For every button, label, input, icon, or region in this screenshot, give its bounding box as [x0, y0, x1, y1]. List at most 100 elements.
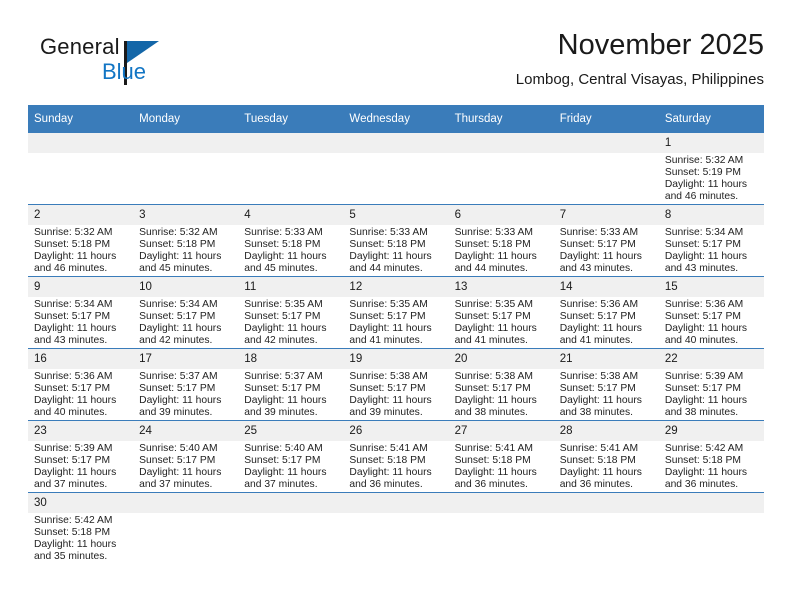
day-cell[interactable]: 23 Sunrise: 5:39 AM Sunset: 5:17 PM Dayligh… [28, 421, 134, 492]
detail-daylight-line2: and 39 minutes. [139, 406, 213, 418]
detail-daylight-line1: Daylight: 11 hours [454, 394, 537, 406]
calendar-cell: 29 Sunrise: 5:42 AM Sunset: 5:18 PM Dayligh… [658, 420, 764, 493]
weekday-header-saturday: Saturday [658, 105, 764, 133]
day-details: Sunrise: 5:34 AM Sunset: 5:17 PM Daylight:… [133, 297, 238, 347]
detail-daylight-line1: Daylight: 11 hours [34, 538, 117, 550]
day-cell[interactable]: 12 Sunrise: 5:35 AM Sunset: 5:17 PM Dayligh… [343, 277, 449, 348]
day-details: Sunrise: 5:34 AM Sunset: 5:17 PM Daylight:… [659, 225, 764, 275]
empty-day-cell [658, 493, 764, 564]
day-cell[interactable]: 14 Sunrise: 5:36 AM Sunset: 5:17 PM Dayligh… [553, 277, 659, 348]
empty-day-cell [28, 133, 134, 204]
detail-sunset: Sunset: 5:18 PM [34, 238, 111, 250]
detail-sunrise: Sunrise: 5:39 AM [34, 443, 113, 454]
empty-day-cell [238, 133, 344, 204]
calendar-cell: 30 Sunrise: 5:42 AM Sunset: 5:18 PM Dayligh… [28, 492, 134, 564]
day-cell[interactable]: 1 Sunrise: 5:32 AM Sunset: 5:19 PM Daylight… [658, 133, 764, 204]
empty-day-cell [133, 133, 239, 204]
detail-daylight-line2: and 39 minutes. [244, 406, 318, 418]
day-cell[interactable]: 29 Sunrise: 5:42 AM Sunset: 5:18 PM Dayligh… [658, 421, 764, 492]
day-number: 27 [448, 421, 554, 441]
day-cell[interactable]: 30 Sunrise: 5:42 AM Sunset: 5:18 PM Dayligh… [28, 493, 134, 564]
day-details: Sunrise: 5:33 AM Sunset: 5:18 PM Daylight:… [449, 225, 554, 275]
day-number: 6 [448, 205, 554, 225]
weekday-header-tuesday: Tuesday [238, 105, 344, 133]
day-number [343, 493, 449, 513]
calendar-cell [448, 492, 554, 564]
detail-daylight-line2: and 41 minutes. [349, 334, 423, 346]
day-cell[interactable]: 16 Sunrise: 5:36 AM Sunset: 5:17 PM Dayligh… [28, 349, 134, 420]
empty-day-cell [448, 493, 554, 564]
detail-daylight-line2: and 36 minutes. [664, 478, 739, 490]
calendar-cell: 25 Sunrise: 5:40 AM Sunset: 5:17 PM Dayligh… [238, 420, 344, 493]
day-cell[interactable]: 17 Sunrise: 5:37 AM Sunset: 5:17 PM Dayligh… [133, 349, 239, 420]
calendar-cell: 6 Sunrise: 5:33 AM Sunset: 5:18 PM Daylight… [448, 204, 554, 277]
day-cell[interactable]: 20 Sunrise: 5:38 AM Sunset: 5:17 PM Dayligh… [448, 349, 554, 420]
day-details: Sunrise: 5:37 AM Sunset: 5:17 PM Daylight:… [133, 369, 238, 419]
calendar-week-row: 16 Sunrise: 5:36 AM Sunset: 5:17 PM Dayligh… [28, 348, 764, 421]
calendar-cell: 23 Sunrise: 5:39 AM Sunset: 5:17 PM Dayligh… [28, 420, 134, 493]
detail-sunset: Sunset: 5:19 PM [664, 166, 741, 178]
day-cell[interactable]: 15 Sunrise: 5:36 AM Sunset: 5:17 PM Dayligh… [658, 277, 764, 348]
calendar-cell: 20 Sunrise: 5:38 AM Sunset: 5:17 PM Dayligh… [448, 348, 554, 421]
day-cell[interactable]: 21 Sunrise: 5:38 AM Sunset: 5:17 PM Dayligh… [553, 349, 659, 420]
day-cell[interactable]: 2 Sunrise: 5:32 AM Sunset: 5:18 PM Daylight… [28, 205, 134, 276]
detail-sunset: Sunset: 5:17 PM [559, 238, 636, 250]
day-cell[interactable]: 9 Sunrise: 5:34 AM Sunset: 5:17 PM Daylight… [28, 277, 134, 348]
detail-daylight-line1: Daylight: 11 hours [454, 250, 537, 262]
detail-daylight-line2: and 41 minutes. [454, 334, 528, 346]
detail-sunset: Sunset: 5:17 PM [664, 310, 741, 322]
detail-sunrise: Sunrise: 5:40 AM [139, 443, 218, 454]
day-number [238, 133, 344, 153]
day-cell[interactable]: 28 Sunrise: 5:41 AM Sunset: 5:18 PM Dayligh… [553, 421, 659, 492]
day-cell[interactable]: 8 Sunrise: 5:34 AM Sunset: 5:17 PM Daylight… [658, 205, 764, 276]
detail-sunrise: Sunrise: 5:32 AM [664, 155, 744, 166]
detail-sunrise: Sunrise: 5:38 AM [559, 371, 639, 382]
detail-sunset: Sunset: 5:17 PM [349, 382, 426, 394]
detail-sunrise: Sunrise: 5:39 AM [664, 371, 744, 382]
calendar-cell [28, 133, 134, 205]
detail-daylight-line2: and 39 minutes. [349, 406, 423, 418]
detail-sunset: Sunset: 5:17 PM [34, 454, 111, 466]
day-cell[interactable]: 24 Sunrise: 5:40 AM Sunset: 5:17 PM Dayligh… [133, 421, 239, 492]
day-cell[interactable]: 6 Sunrise: 5:33 AM Sunset: 5:18 PM Daylight… [448, 205, 554, 276]
detail-sunrise: Sunrise: 5:37 AM [139, 371, 218, 382]
general-blue-logo[interactable]: General Blue [40, 34, 210, 92]
day-number [448, 133, 554, 153]
day-details: Sunrise: 5:39 AM Sunset: 5:17 PM Daylight:… [659, 369, 764, 419]
detail-sunrise: Sunrise: 5:34 AM [664, 227, 744, 238]
day-details: Sunrise: 5:39 AM Sunset: 5:17 PM Daylight:… [28, 441, 133, 491]
detail-sunrise: Sunrise: 5:34 AM [34, 299, 113, 310]
day-cell[interactable]: 11 Sunrise: 5:35 AM Sunset: 5:17 PM Dayligh… [238, 277, 344, 348]
day-cell[interactable]: 5 Sunrise: 5:33 AM Sunset: 5:18 PM Daylight… [343, 205, 449, 276]
day-number: 19 [343, 349, 449, 369]
day-cell[interactable]: 18 Sunrise: 5:37 AM Sunset: 5:17 PM Dayligh… [238, 349, 344, 420]
day-cell[interactable]: 22 Sunrise: 5:39 AM Sunset: 5:17 PM Dayligh… [658, 349, 764, 420]
day-details: Sunrise: 5:35 AM Sunset: 5:17 PM Daylight:… [343, 297, 448, 347]
day-cell[interactable]: 13 Sunrise: 5:35 AM Sunset: 5:17 PM Dayligh… [448, 277, 554, 348]
day-cell[interactable]: 4 Sunrise: 5:33 AM Sunset: 5:18 PM Daylight… [238, 205, 344, 276]
calendar-cell: 16 Sunrise: 5:36 AM Sunset: 5:17 PM Dayligh… [28, 348, 134, 421]
calendar-cell: 5 Sunrise: 5:33 AM Sunset: 5:18 PM Daylight… [343, 204, 449, 277]
weekday-header-friday: Friday [553, 105, 659, 133]
detail-daylight-line2: and 45 minutes. [139, 262, 213, 274]
detail-daylight-line1: Daylight: 11 hours [454, 466, 537, 478]
detail-sunrise: Sunrise: 5:32 AM [139, 227, 218, 238]
day-cell[interactable]: 26 Sunrise: 5:41 AM Sunset: 5:18 PM Dayligh… [343, 421, 449, 492]
weekday-header-sunday: Sunday [28, 105, 134, 133]
day-number: 26 [343, 421, 449, 441]
day-details: Sunrise: 5:41 AM Sunset: 5:18 PM Daylight:… [343, 441, 448, 491]
detail-daylight-line2: and 36 minutes. [559, 478, 633, 490]
day-number: 20 [448, 349, 554, 369]
day-cell[interactable]: 10 Sunrise: 5:34 AM Sunset: 5:17 PM Dayligh… [133, 277, 239, 348]
day-cell[interactable]: 25 Sunrise: 5:40 AM Sunset: 5:17 PM Dayligh… [238, 421, 344, 492]
detail-sunset: Sunset: 5:18 PM [244, 238, 321, 250]
calendar-week-row: 30 Sunrise: 5:42 AM Sunset: 5:18 PM Dayligh… [28, 492, 764, 564]
day-cell[interactable]: 27 Sunrise: 5:41 AM Sunset: 5:18 PM Dayligh… [448, 421, 554, 492]
day-cell[interactable]: 3 Sunrise: 5:32 AM Sunset: 5:18 PM Daylight… [133, 205, 239, 276]
detail-sunset: Sunset: 5:17 PM [34, 310, 111, 322]
empty-day-cell [343, 493, 449, 564]
detail-sunrise: Sunrise: 5:34 AM [139, 299, 218, 310]
day-cell[interactable]: 19 Sunrise: 5:38 AM Sunset: 5:17 PM Dayligh… [343, 349, 449, 420]
day-cell[interactable]: 7 Sunrise: 5:33 AM Sunset: 5:17 PM Daylight… [553, 205, 659, 276]
day-number: 24 [133, 421, 239, 441]
